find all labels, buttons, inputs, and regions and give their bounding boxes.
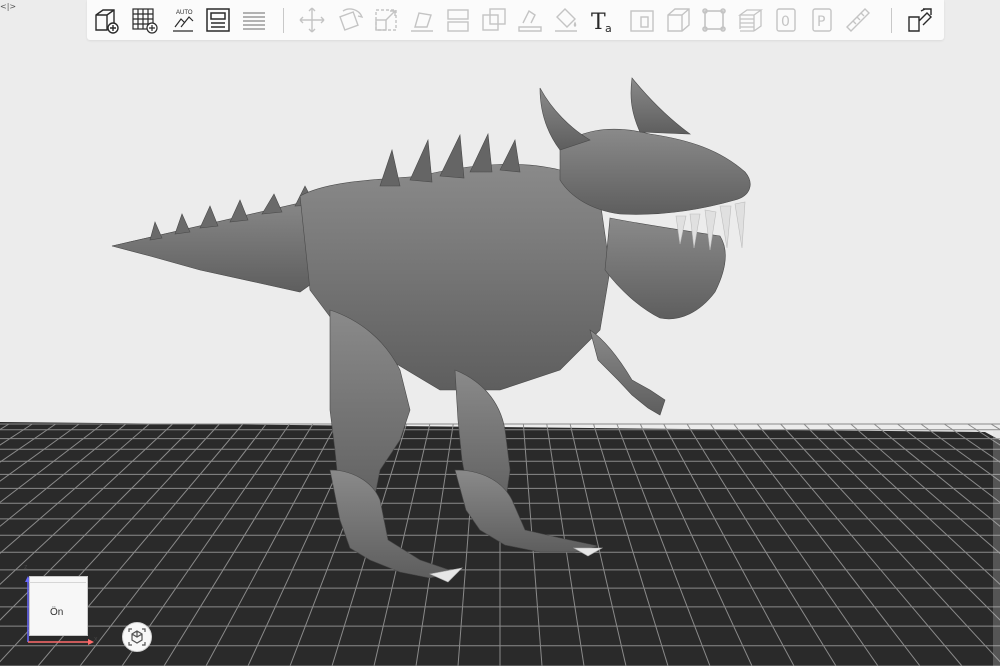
layout-button[interactable] [201, 4, 235, 36]
layers-icon [737, 9, 764, 32]
add-object-button[interactable] [89, 4, 123, 36]
supports-button[interactable] [513, 4, 547, 36]
cut-button[interactable] [441, 4, 475, 36]
text-icon: T a [591, 10, 612, 35]
cube-face-label: Ön [50, 607, 64, 618]
p-icon: P [812, 8, 832, 32]
seam-paint-button[interactable] [549, 4, 583, 36]
zero-icon: 0 [776, 8, 796, 32]
sidebar-toggle-button[interactable]: <|> [0, 0, 16, 14]
svg-text:T: T [591, 10, 606, 35]
svg-text:0: 0 [781, 14, 790, 30]
svg-text:AUTO: AUTO [176, 10, 193, 16]
box-button[interactable] [661, 4, 695, 36]
grid-plus-icon [132, 8, 158, 34]
view-cube[interactable]: Ön z x [18, 564, 98, 648]
auto-arrange-icon: AUTO [173, 10, 194, 32]
view-reset-button[interactable] [122, 622, 152, 652]
scale-icon [375, 9, 397, 31]
box-icon [667, 8, 690, 32]
list-lines-icon [243, 12, 265, 30]
ruler-icon [846, 8, 870, 32]
cut-icon [447, 9, 469, 32]
variable-layer-button[interactable]: 0 [769, 4, 803, 36]
build-plate [0, 77, 1000, 666]
scale-button[interactable] [369, 4, 403, 36]
boolean-button[interactable] [477, 4, 511, 36]
svg-text:P: P [817, 14, 825, 30]
cube-top-edge [29, 576, 86, 583]
cube-plus-icon [95, 9, 119, 34]
support-paint-icon [518, 9, 542, 32]
rotate-icon [339, 8, 364, 31]
plate-p-button[interactable]: P [805, 4, 839, 36]
x-axis-label: x [94, 636, 98, 643]
emboss-button[interactable] [625, 4, 659, 36]
camera-view-icon [128, 628, 146, 646]
place-on-face-button[interactable] [405, 4, 439, 36]
z-axis-label: z [24, 564, 28, 571]
move-button[interactable] [295, 4, 329, 36]
layout-icon [206, 8, 230, 32]
measure-button[interactable] [841, 4, 875, 36]
paint-bucket-icon [555, 8, 577, 32]
3d-viewport[interactable]: <|> AUTO T a 0 P Ön z x [0, 0, 1000, 666]
add-plate-button[interactable] [127, 4, 161, 36]
toolbar-separator [891, 8, 892, 33]
emboss-icon [630, 10, 654, 32]
fit-button[interactable] [697, 4, 731, 36]
rotate-button[interactable] [333, 4, 367, 36]
auto-arrange-button[interactable]: AUTO [165, 4, 199, 36]
place-face-icon [411, 12, 433, 32]
assembly-icon [908, 8, 932, 32]
fit-corners-icon [702, 8, 726, 32]
move-arrows-icon [299, 7, 325, 33]
toolbar-separator [283, 8, 284, 33]
boolean-icon [482, 8, 506, 31]
assembly-button[interactable] [903, 4, 937, 36]
layers-button[interactable] [733, 4, 767, 36]
svg-text:a: a [605, 22, 612, 35]
list-button[interactable] [237, 4, 271, 36]
top-toolbar: AUTO T a 0 P [87, 0, 944, 40]
cube-front-face[interactable] [29, 576, 88, 636]
text-button[interactable]: T a [585, 4, 619, 36]
